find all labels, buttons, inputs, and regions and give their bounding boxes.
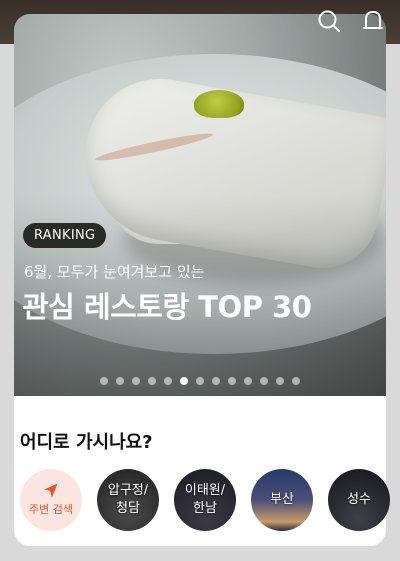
hero-shade bbox=[14, 14, 386, 414]
nearby-search-button[interactable]: 주변 검색 bbox=[20, 469, 82, 531]
hero-banner[interactable] bbox=[14, 14, 386, 414]
area-busan[interactable]: 부산 bbox=[251, 469, 313, 531]
area-itaewon-hannam[interactable]: 이태원/ 한남 bbox=[174, 469, 236, 531]
carousel-dot[interactable] bbox=[132, 377, 140, 385]
carousel-dot[interactable] bbox=[116, 377, 124, 385]
search-icon[interactable] bbox=[316, 8, 342, 34]
navigation-arrow-icon bbox=[44, 483, 58, 498]
area-list: 주변 검색 압구정/ 청담 이태원/ 한남 부산 성수 bbox=[20, 469, 390, 531]
carousel-dot[interactable] bbox=[260, 377, 268, 385]
header-actions bbox=[316, 8, 386, 34]
hero-title: 관심 레스토랑 TOP 30 bbox=[22, 290, 312, 324]
area-label-line1: 이태원/ bbox=[184, 483, 226, 498]
area-section: 어디로 가시나요? 주변 검색 압구정/ 청담 이태원/ 한남 부산 성수 bbox=[14, 396, 390, 546]
area-label-line1: 압구정/ bbox=[107, 483, 149, 498]
carousel-indicator bbox=[0, 377, 400, 385]
carousel-dot[interactable] bbox=[276, 377, 284, 385]
carousel-dot[interactable] bbox=[196, 377, 204, 385]
carousel-dot[interactable] bbox=[228, 377, 236, 385]
carousel-dot[interactable] bbox=[100, 377, 108, 385]
area-label-line2: 한남 bbox=[193, 501, 217, 516]
area-label: 부산 bbox=[270, 492, 294, 507]
section-title: 어디로 가시나요? bbox=[20, 432, 153, 453]
area-apgujeong-cheongdam[interactable]: 압구정/ 청담 bbox=[97, 469, 159, 531]
carousel-dot[interactable] bbox=[164, 377, 172, 385]
area-seongsu[interactable]: 성수 bbox=[328, 469, 390, 531]
area-label: 성수 bbox=[347, 492, 371, 507]
carousel-dot[interactable] bbox=[212, 377, 220, 385]
area-label: 주변 검색 bbox=[29, 503, 73, 516]
area-label-line2: 청담 bbox=[116, 501, 140, 516]
carousel-dot[interactable] bbox=[148, 377, 156, 385]
carousel-dot[interactable] bbox=[244, 377, 252, 385]
hero-subtitle: 6월, 모두가 눈여겨보고 있는 bbox=[24, 263, 205, 281]
ranking-badge: RANKING bbox=[23, 223, 107, 248]
bell-icon[interactable] bbox=[360, 8, 386, 34]
carousel-dot[interactable] bbox=[292, 377, 300, 385]
carousel-dot[interactable] bbox=[180, 377, 188, 385]
